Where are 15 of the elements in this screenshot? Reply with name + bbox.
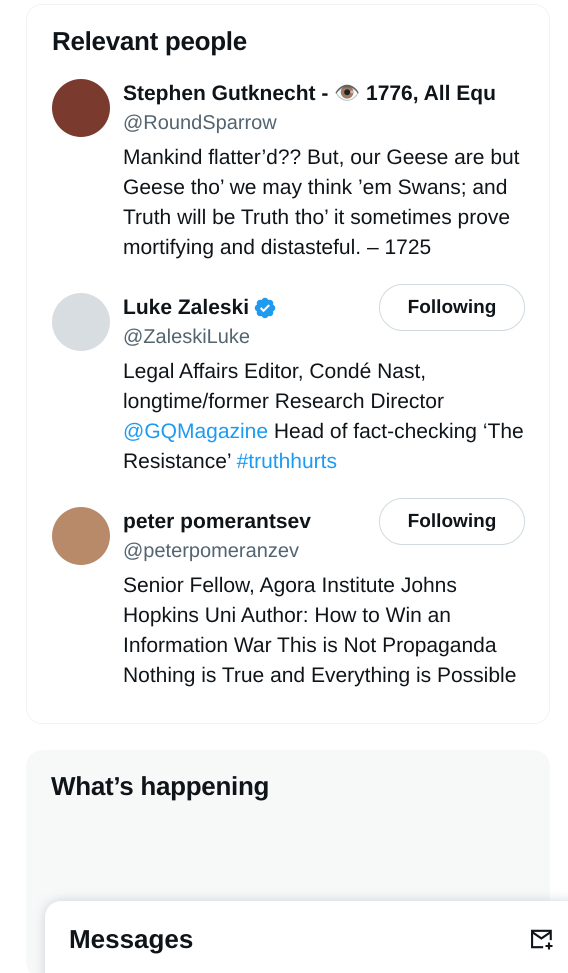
user-handle: @peterpomeranzev [123,539,300,564]
section-title: Relevant people [52,25,248,58]
user-bio: Senior Fellow, Agora Institute Johns Hopkins Uni Author: How to Win an Information War This is Not Propaganda Nothing is True and Everything is Possible [123,573,518,689]
user-handle: @ZaleskiLuke [123,325,252,350]
user-bio: Legal Affairs Editor, Condé Nast, longtime/former Research Director @GQMagazine Head of fact-checking ‘The Resistance’ #truthhurts [123,359,525,475]
section-title: What’s happening [51,770,270,803]
user-handle: @RoundSparrow [123,111,278,136]
following-button[interactable]: Following [379,284,525,331]
following-button[interactable]: Following [379,498,525,545]
verified-badge-icon [253,296,278,320]
drawer-title: Messages [69,923,194,956]
user-bio: Mankind flatter’d?? But, our Geese are but Geese tho’ we may think ’em Swans; and Truth will be Truth tho’ it sometimes prove mortifying and distasteful. – 1725 [123,145,521,261]
user-name[interactable]: Luke Zaleski [123,293,250,323]
user-name[interactable]: Stephen Gutknecht - 👁 1776, All Equ [123,79,496,109]
user-name[interactable]: peter pomerantsev [123,507,311,537]
